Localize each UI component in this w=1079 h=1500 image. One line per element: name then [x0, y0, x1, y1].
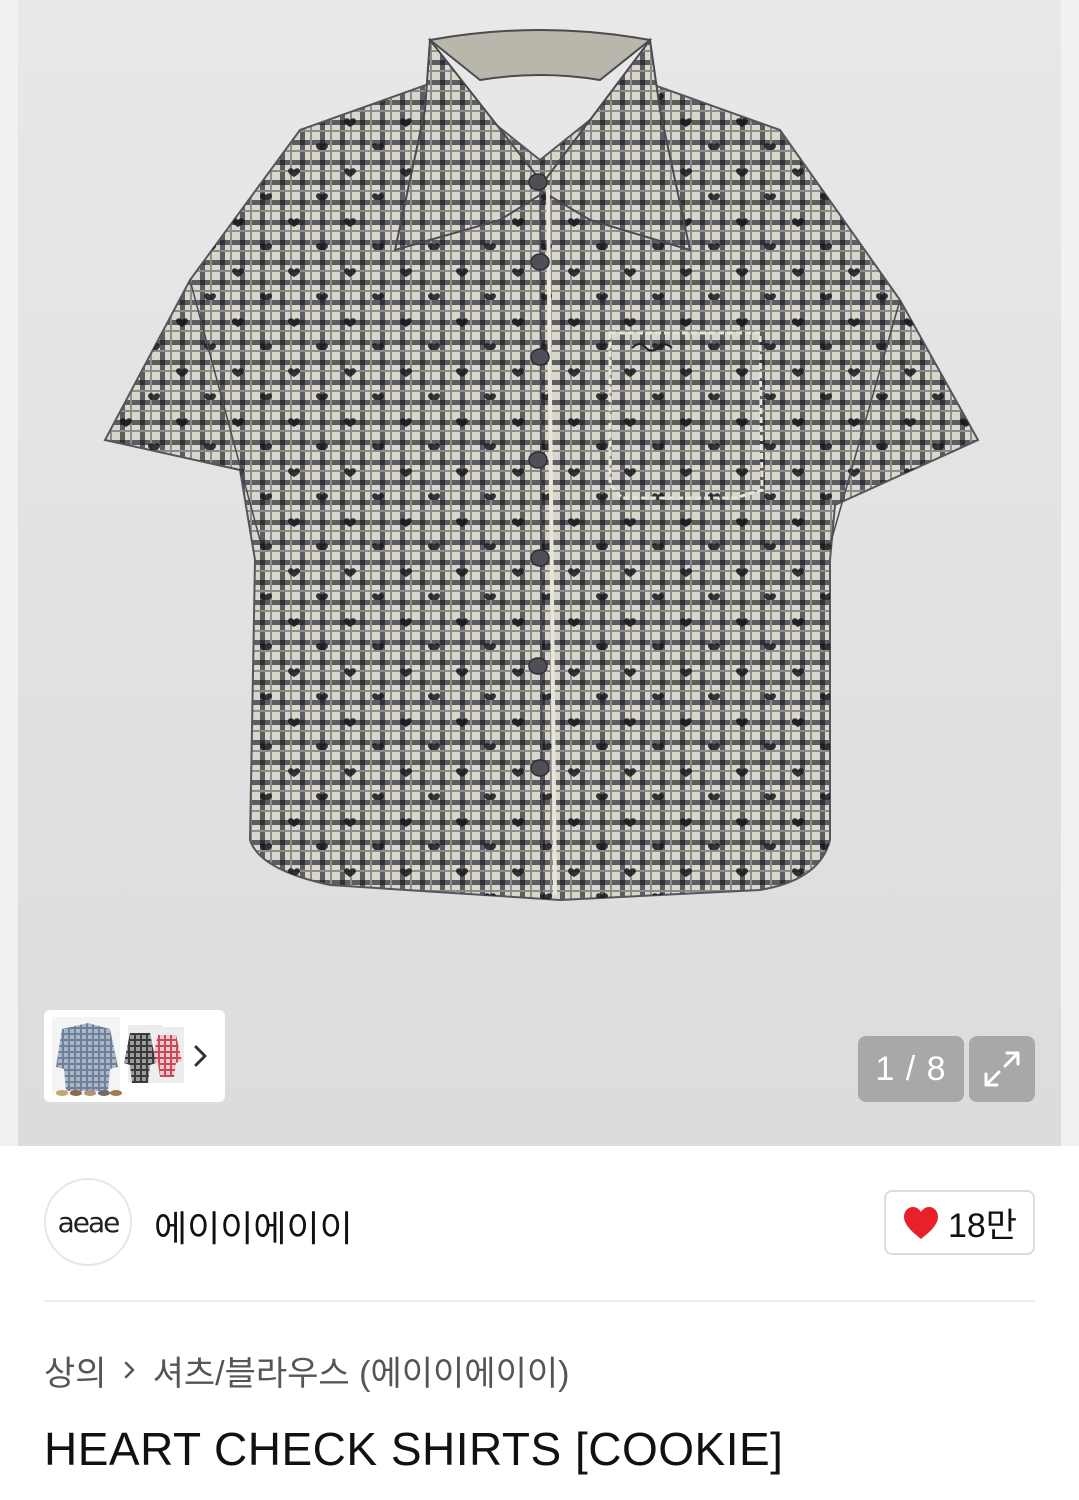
breadcrumb-item-top[interactable]: 상의 [44, 1346, 107, 1395]
brand-row: aeae 에이이에이이 18만 [44, 1178, 1035, 1266]
breadcrumb-item-category[interactable]: 셔츠/블라우스 (에이이에이이) [153, 1346, 570, 1395]
product-title: HEART CHECK SHIRTS [COOKIE] [44, 1423, 784, 1475]
chevron-right-icon [124, 1361, 134, 1379]
color-variant-thumbnails[interactable] [44, 1010, 225, 1102]
like-count: 18만 [947, 1207, 1018, 1245]
brand-logo-text: aeae [57, 1205, 121, 1239]
section-divider [44, 1300, 1035, 1302]
like-button[interactable]: 18만 [884, 1190, 1035, 1255]
expand-image-button[interactable] [969, 1036, 1035, 1102]
brand-logo[interactable]: aeae [44, 1178, 132, 1266]
heart-icon [903, 1206, 938, 1239]
expand-icon [984, 1051, 1020, 1087]
image-counter: 1 / 8 [858, 1036, 964, 1102]
chevron-right-icon[interactable] [189, 1040, 213, 1072]
variant-thumbnail-image[interactable] [50, 1015, 190, 1097]
product-image-gallery[interactable]: 1 / 8 [0, 0, 1079, 1146]
brand-name[interactable]: 에이이에이이 [154, 1200, 353, 1252]
breadcrumb: 상의 셔츠/블라우스 (에이이에이이) [44, 1350, 569, 1393]
product-image[interactable] [0, 0, 1079, 1146]
